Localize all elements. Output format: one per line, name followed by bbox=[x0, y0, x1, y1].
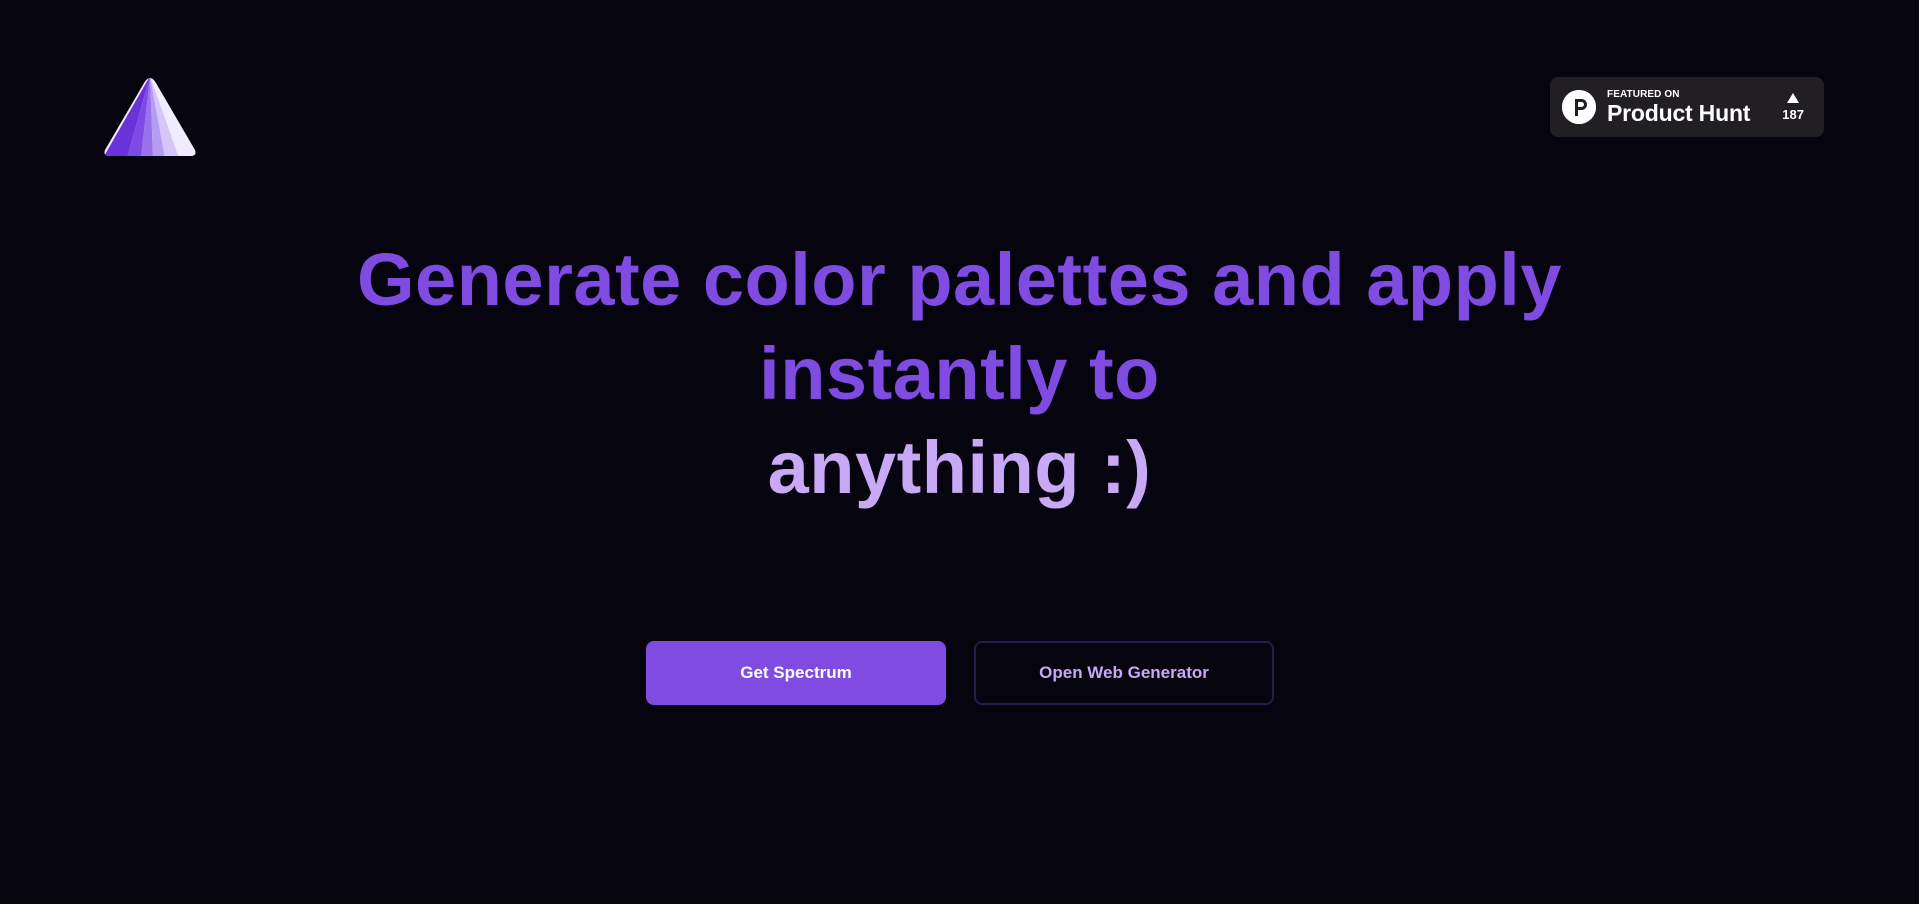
prism-logo-icon[interactable] bbox=[103, 76, 197, 158]
hero-line-1: Generate color palettes and apply bbox=[357, 238, 1562, 321]
triangle-up-icon bbox=[1787, 92, 1800, 103]
hero-line-2: instantly to bbox=[759, 332, 1160, 415]
ph-vote-count: 187 bbox=[1782, 106, 1804, 122]
ph-name: Product Hunt bbox=[1607, 99, 1751, 126]
hero-actions: Get Spectrum Open Web Generator bbox=[646, 641, 1274, 705]
hero-line-3: anything :) bbox=[767, 426, 1152, 509]
product-hunt-text: FEATURED ON Product Hunt bbox=[1607, 88, 1751, 126]
hero-headline: Generate color palettes and apply instan… bbox=[0, 233, 1919, 515]
product-hunt-logo-icon bbox=[1562, 90, 1596, 124]
ph-featured-label: FEATURED ON bbox=[1607, 88, 1680, 100]
get-spectrum-button[interactable]: Get Spectrum bbox=[646, 641, 946, 705]
ph-votes: 187 bbox=[1782, 92, 1804, 122]
open-web-generator-button[interactable]: Open Web Generator bbox=[974, 641, 1274, 705]
product-hunt-badge[interactable]: FEATURED ON Product Hunt 187 bbox=[1550, 77, 1824, 137]
landing-page: FEATURED ON Product Hunt 187 Generate co… bbox=[0, 0, 1919, 904]
